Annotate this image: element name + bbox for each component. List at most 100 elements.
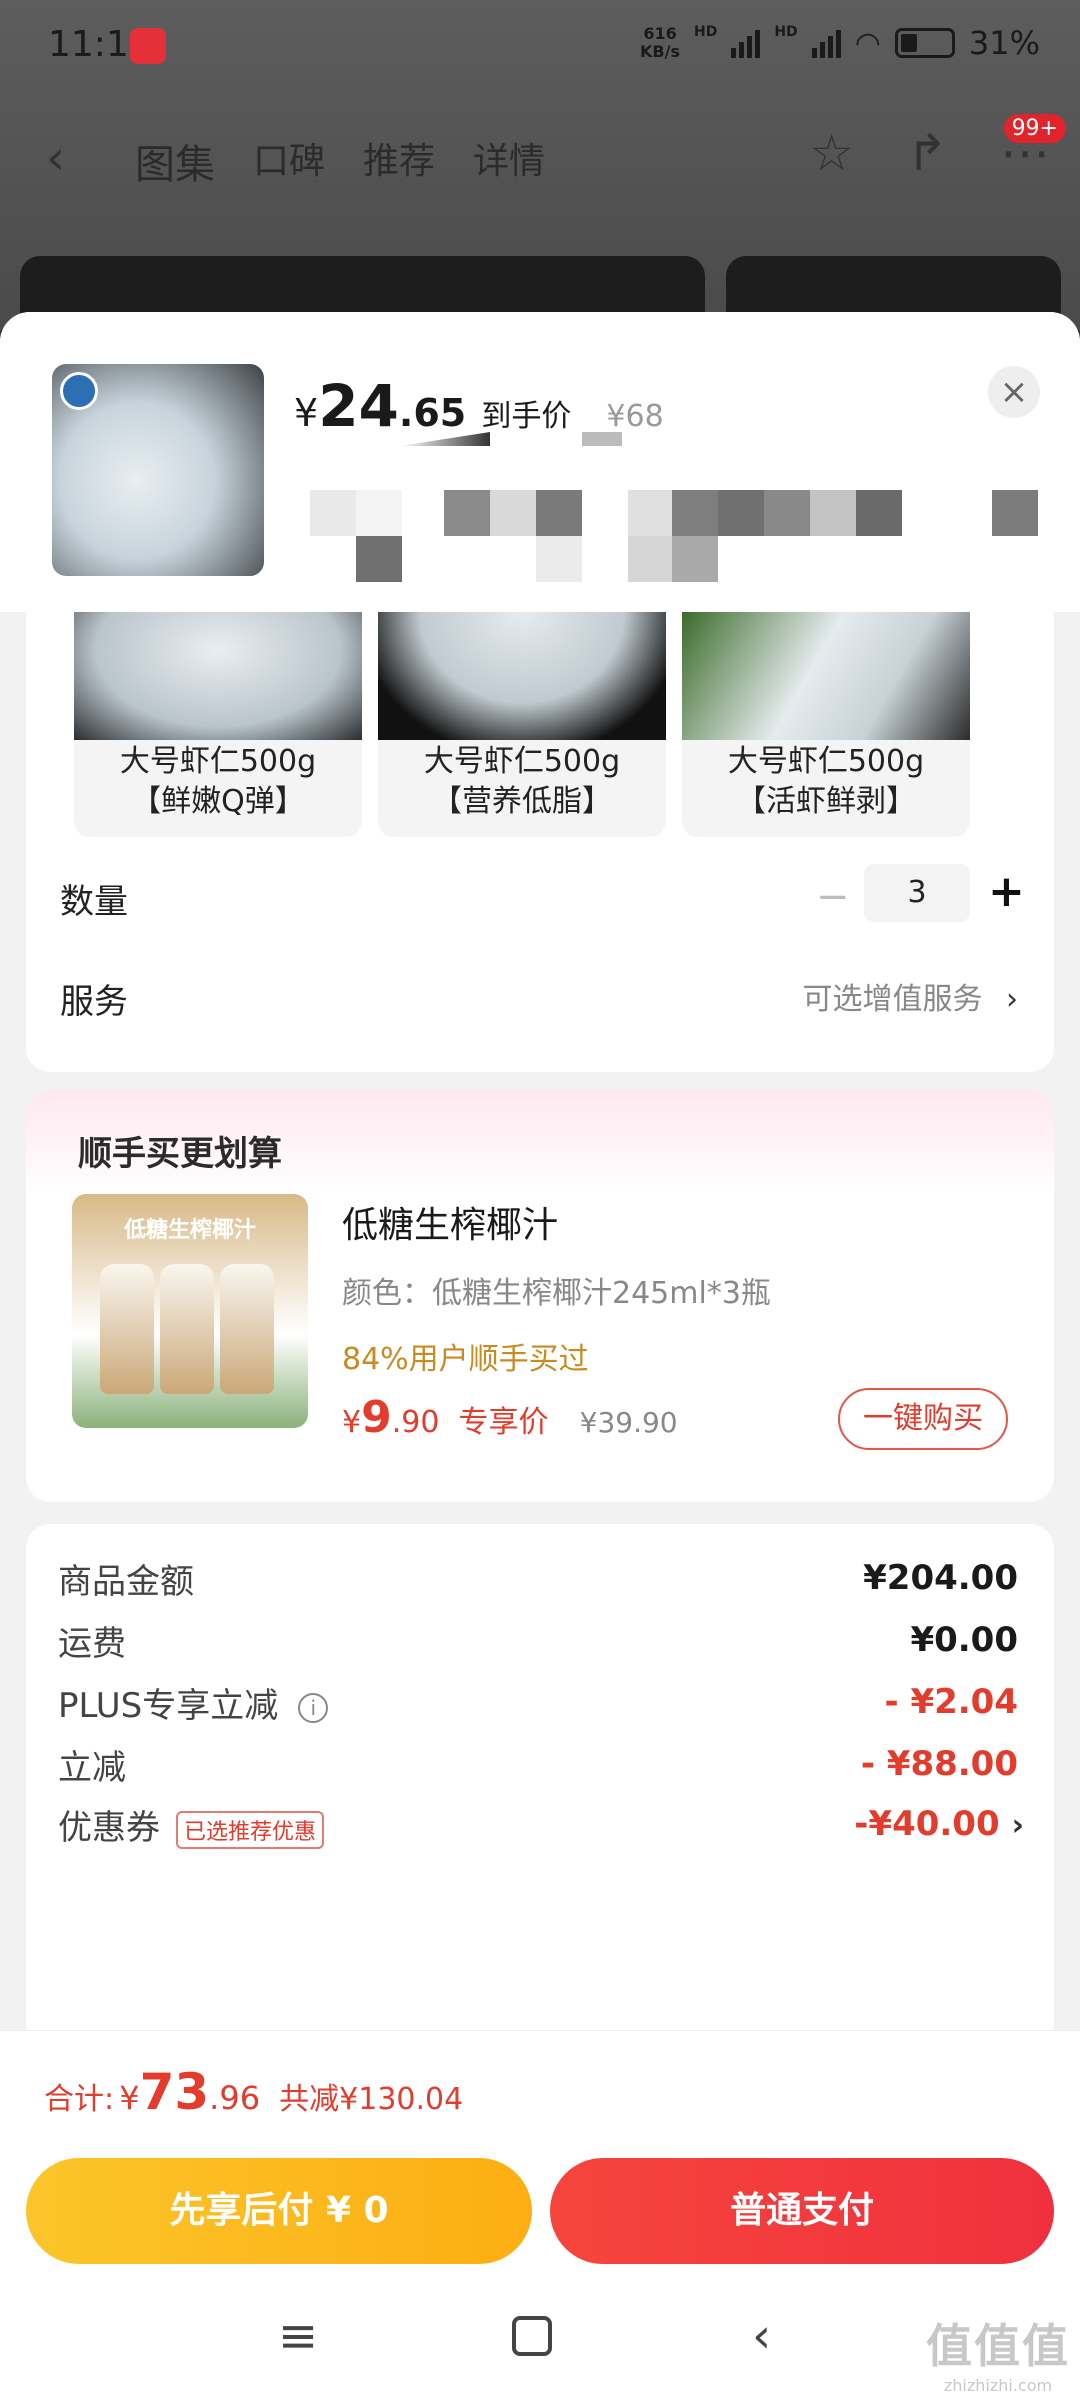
payment-buttons: 先享后付 ¥ 0 普通支付 — [0, 2150, 1080, 2280]
site-watermark: 值值值 zhizhizhi.com — [926, 2310, 1070, 2395]
tab-reviews[interactable]: 口碑 — [253, 132, 325, 190]
status-bar: 11:14 616 KB/s HD HD ◠ 31% — [0, 0, 1080, 95]
product-top-nav: ‹ 图集 口碑 推荐 详情 ☆ ↱ ⋯ 99+ — [0, 114, 1080, 198]
summary-value: - ¥2.04 — [884, 1682, 1019, 1722]
summary-label-text: 优惠券 — [58, 1808, 160, 1848]
status-right: 616 KB/s HD HD ◠ 31% — [640, 24, 1040, 62]
total-amount: 合计: ¥73.96 共减¥130.04 — [44, 2063, 463, 2121]
option-nutrition[interactable]: 大号虾仁500g 【营养低脂】 — [378, 612, 666, 837]
option-line1: 大号虾仁500g — [423, 744, 621, 779]
hd-label-1: HD — [694, 24, 718, 40]
option-live-peeled[interactable]: 大号虾仁500g 【活虾鲜剥】 — [682, 612, 970, 837]
quantity-increment-button[interactable]: + — [988, 866, 1025, 917]
product-tabs: 图集 口碑 推荐 详情 — [135, 132, 545, 190]
chevron-right-icon: › — [1011, 1808, 1024, 1843]
addon-heading: 顺手买更划算 — [78, 1134, 282, 1174]
message-badge: 99+ — [1003, 114, 1066, 143]
battery-icon — [894, 28, 955, 58]
signal-icon — [731, 28, 761, 58]
addon-bought-rate: 84%用户顺手买过 — [342, 1342, 589, 1377]
summary-label-text: PLUS专享立减 — [58, 1686, 279, 1726]
watermark-logo: 值值值 — [926, 2319, 1070, 2373]
wifi-icon: ◠ — [854, 25, 881, 61]
quantity-input[interactable]: 3 — [864, 864, 970, 922]
option-line2: 【鲜嫩Q弹】 — [131, 784, 305, 819]
summary-label: 商品金额 — [58, 1562, 194, 1602]
pixelated-product-title — [310, 490, 1040, 594]
order-summary-card: 商品金额 ¥204.00 运费 ¥0.00 PLUS专享立减 i - ¥2.04 … — [26, 1524, 1054, 2044]
option-line2: 【活虾鲜剥】 — [736, 784, 916, 819]
total-integer: 73 — [139, 2063, 210, 2121]
service-selector[interactable]: 可选增值服务 › — [802, 974, 1018, 1018]
summary-label: 优惠券 已选推荐优惠 — [58, 1800, 325, 1849]
option-label: 大号虾仁500g 【鲜嫩Q弹】 — [74, 742, 362, 822]
network-speed-value: 616 — [643, 24, 677, 43]
sheet-header: ¥24.65 到手价 ¥68 × — [0, 312, 1080, 612]
addon-price: ¥9.90 专享价 ¥39.90 — [342, 1392, 678, 1443]
addon-card: 顺手买更划算 低糖生榨椰汁 低糖生榨椰汁 颜色：低糖生榨椰汁245ml*3瓶 8… — [26, 1090, 1054, 1502]
service-value: 可选增值服务 — [802, 982, 983, 1017]
summary-row-plus: PLUS专享立减 i - ¥2.04 — [58, 1678, 1018, 1728]
total-reduction: 共减¥130.04 — [279, 2082, 464, 2117]
normal-pay-button[interactable]: 普通支付 — [550, 2158, 1054, 2264]
option-image — [682, 612, 970, 740]
option-fresh-q[interactable]: 大号虾仁500g 【鲜嫩Q弹】 — [74, 612, 362, 837]
app-notification-icon — [130, 28, 166, 64]
quantity-label: 数量 — [60, 882, 128, 922]
addon-product-image[interactable]: 低糖生榨椰汁 — [72, 1194, 308, 1428]
background-page: 11:14 616 KB/s HD HD ◠ 31% ‹ 图集 口碑 推荐 详情… — [0, 0, 1080, 346]
brand-logo — [60, 372, 98, 410]
bottle-graphic — [100, 1264, 154, 1394]
addon-title[interactable]: 低糖生榨椰汁 — [342, 1196, 558, 1248]
price-tag: 到手价 — [481, 399, 572, 434]
addon-original-price: ¥39.90 — [579, 1406, 678, 1439]
close-icon[interactable]: × — [988, 366, 1040, 418]
network-speed-unit: KB/s — [640, 42, 680, 61]
price-integer: 24 — [318, 372, 399, 440]
bottle-graphic — [220, 1264, 274, 1394]
summary-label: 立减 — [58, 1748, 126, 1788]
tab-gallery[interactable]: 图集 — [135, 132, 215, 190]
option-label: 大号虾仁500g 【营养低脂】 — [378, 742, 666, 822]
option-image — [378, 612, 666, 740]
one-click-buy-button[interactable]: 一键购买 — [838, 1388, 1008, 1450]
home-icon[interactable] — [512, 2308, 552, 2356]
back-arrow-icon[interactable]: ‹ — [46, 130, 65, 186]
network-speed: 616 KB/s — [640, 25, 680, 61]
total-decimal: .96 — [209, 2079, 261, 2117]
info-icon[interactable]: i — [298, 1692, 329, 1723]
product-thumbnail — [52, 364, 264, 576]
summary-row-goods: 商品金额 ¥204.00 — [58, 1554, 1018, 1604]
summary-value: ¥204.00 — [863, 1558, 1018, 1598]
tab-recommend[interactable]: 推荐 — [363, 132, 435, 190]
option-image — [74, 612, 362, 740]
tab-details[interactable]: 详情 — [473, 132, 545, 190]
back-icon[interactable]: ‹ — [752, 2308, 771, 2364]
summary-row-shipping: 运费 ¥0.00 — [58, 1616, 1018, 1666]
service-label: 服务 — [60, 982, 128, 1022]
coupon-value: -¥40.00 — [854, 1804, 1000, 1844]
watermark-url: zhizhizhi.com — [943, 2376, 1053, 2395]
original-price: ¥68 — [606, 399, 664, 434]
pay-later-button[interactable]: 先享后付 ¥ 0 — [26, 2158, 532, 2264]
summary-row-discount: 立减 - ¥88.00 — [58, 1740, 1018, 1790]
orig-price-decoration — [582, 432, 622, 446]
total-currency: ¥ — [119, 2079, 140, 2117]
price-decimal: .65 — [398, 391, 467, 435]
bottle-graphic — [160, 1264, 214, 1394]
menu-icon[interactable]: ≡ — [278, 2308, 318, 2364]
summary-row-coupon[interactable]: 优惠券 已选推荐优惠 -¥40.00 › — [58, 1800, 1024, 1850]
purchase-sheet: ¥24.65 到手价 ¥68 × 大号虾仁500g 【鲜嫩Q弹】 大号虾仁500… — [0, 312, 1080, 2400]
summary-value: - ¥88.00 — [860, 1744, 1018, 1784]
chevron-right-icon: › — [1006, 982, 1018, 1017]
quantity-decrement-button[interactable]: − — [816, 874, 850, 920]
addon-price-decimal: .90 — [391, 1405, 440, 1440]
total-label: 合计: — [44, 2082, 115, 2117]
favorite-star-icon[interactable]: ☆ — [809, 124, 854, 182]
option-line2: 【营养低脂】 — [432, 784, 612, 819]
signal-icon-2 — [811, 28, 841, 58]
battery-percent: 31% — [968, 24, 1040, 62]
share-icon[interactable]: ↱ — [906, 124, 948, 182]
summary-label: 运费 — [58, 1624, 126, 1664]
price-currency: ¥ — [294, 391, 319, 435]
